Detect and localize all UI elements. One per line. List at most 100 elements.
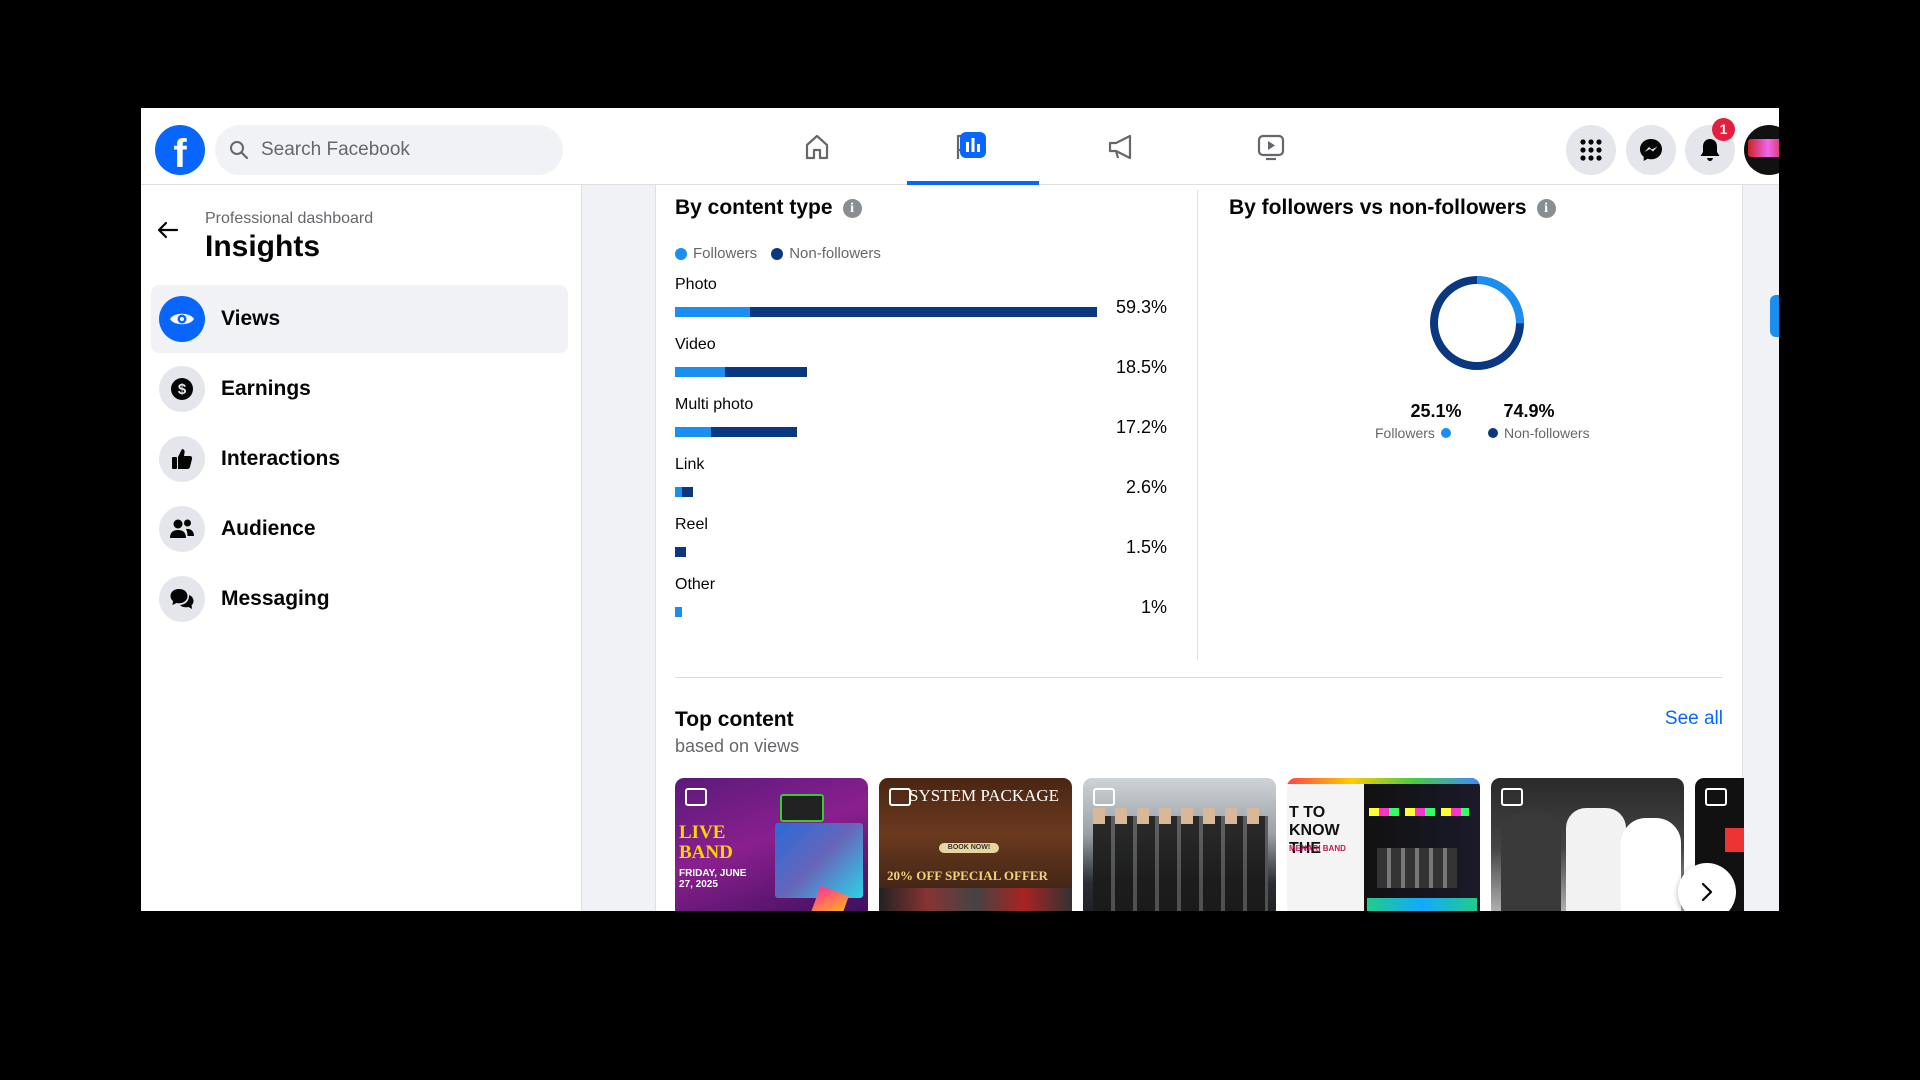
info-icon[interactable]: i (842, 198, 862, 218)
insights-icon (960, 131, 986, 158)
bar-non-followers-segment (682, 487, 694, 497)
thumbnail-subtext: 20% OFF SPECIAL OFFER (887, 868, 1048, 883)
tab-insights[interactable] (907, 108, 1039, 185)
followers-legend-dot (675, 247, 687, 260)
sidebar-item-interactions[interactable]: Interactions (151, 425, 568, 493)
bar-non-followers-segment (749, 307, 1097, 317)
content-type-row: Link 2.6% (675, 456, 1167, 516)
bar-value-label: 17.2% (1115, 417, 1167, 437)
sidebar: Professional dashboard Insights Views $ … (141, 185, 582, 911)
legend-followers: Followers (693, 245, 758, 262)
followers-split-title: By followers vs non-followers i (1229, 196, 1556, 220)
tab-video[interactable] (1205, 108, 1337, 185)
thumbnail-subtext: MENARI BAND (1289, 844, 1346, 853)
bar-followers-segment (675, 307, 750, 317)
top-content-thumbnail[interactable]: SYSTEM PACKAGE BOOK NOW! 20% OFF SPECIAL… (879, 778, 1072, 911)
bar-value-label: 1% (1140, 597, 1167, 617)
page-title: Insights (205, 230, 321, 263)
video-icon (1257, 134, 1285, 160)
bar-value-label: 59.3% (1115, 297, 1167, 317)
photo-icon (685, 788, 707, 806)
content-type-row: Multi photo 17.2% (675, 396, 1167, 456)
bar-value-label: 1.5% (1125, 537, 1167, 557)
bar-followers-segment (675, 367, 725, 377)
search-icon (230, 141, 249, 160)
dollar-icon: $ (159, 366, 205, 412)
photo-icon (1705, 788, 1727, 806)
top-navigation-bar: f 1 (141, 108, 1779, 185)
content-type-title-text: By content type (675, 196, 833, 219)
messenger-icon (1640, 139, 1662, 161)
tab-ads[interactable] (1056, 108, 1188, 185)
tab-home[interactable] (751, 108, 883, 185)
photo-icon (889, 788, 911, 806)
avatar[interactable] (1744, 125, 1779, 175)
info-icon[interactable]: i (1536, 198, 1556, 218)
bar-value-label: 2.6% (1125, 477, 1167, 497)
divider (1197, 190, 1198, 660)
top-content-thumbnail[interactable] (1491, 778, 1684, 911)
content-type-legend: Followers Non-followers (675, 245, 881, 262)
top-content-subtitle: based on views (675, 736, 800, 756)
sidebar-item-label: Earnings (221, 377, 311, 400)
sidebar-item-label: Messaging (221, 587, 330, 610)
top-content-thumbnail[interactable]: LIVE BAND FRIDAY, JUNE 27, 2025 (675, 778, 868, 911)
bar-label: Photo (675, 276, 717, 293)
bar-followers-segment (675, 427, 711, 437)
eye-icon (159, 296, 205, 342)
content-type-row: Photo 59.3% (675, 276, 1167, 336)
see-all-link[interactable]: See all (1665, 708, 1723, 730)
bar-value-label: 18.5% (1115, 357, 1167, 377)
section-divider (675, 677, 1723, 678)
people-icon (159, 506, 205, 552)
chevron-right-icon (1701, 882, 1713, 902)
sidebar-item-messaging[interactable]: Messaging (151, 565, 568, 633)
non-followers-dot (1488, 428, 1498, 438)
messenger-button[interactable] (1626, 125, 1676, 175)
bar-followers-segment (675, 607, 683, 617)
bar-label: Video (675, 336, 716, 353)
browser-viewport: f 1 (141, 108, 1779, 911)
sidebar-item-earnings[interactable]: $ Earnings (151, 355, 568, 423)
sidebar-item-views[interactable]: Views (151, 285, 568, 353)
search-input[interactable] (259, 138, 543, 162)
thumbs-up-icon (159, 436, 205, 482)
photo-icon (1501, 788, 1523, 806)
book-now-badge: BOOK NOW! (939, 843, 999, 853)
followers-legend: Followers (1375, 425, 1457, 441)
bar-non-followers-segment (724, 367, 807, 377)
sidebar-item-audience[interactable]: Audience (151, 495, 568, 563)
non-followers-legend-dot (771, 247, 784, 260)
thumbnail-text: SYSTEM PACKAGE (909, 786, 1060, 805)
bar-label: Reel (675, 516, 708, 533)
megaphone-icon (1108, 134, 1132, 159)
bar-non-followers-segment (710, 427, 798, 437)
search-bar[interactable] (215, 125, 563, 175)
content-type-row: Other 1% (675, 576, 1167, 636)
menu-button[interactable] (1566, 125, 1616, 175)
side-panel-tab[interactable] (1770, 295, 1779, 337)
home-icon (805, 134, 829, 159)
top-content-thumbnail[interactable] (1083, 778, 1276, 911)
breadcrumb: Professional dashboard (205, 210, 374, 227)
followers-label: Followers (1375, 425, 1435, 441)
notification-badge: 1 (1712, 118, 1735, 141)
bar-label: Multi photo (675, 396, 754, 413)
arrow-left-icon (157, 221, 179, 239)
insights-card: By content type i Followers Non-follower… (655, 185, 1744, 911)
legend-non-followers: Non-followers (789, 245, 881, 262)
sidebar-item-label: Interactions (221, 447, 341, 470)
bell-icon (1700, 139, 1720, 161)
photo-icon (1093, 788, 1115, 806)
content-type-row: Video 18.5% (675, 336, 1167, 396)
content-type-title: By content type i (675, 196, 862, 220)
top-content-thumbnail[interactable]: T TO KNOW THE MENARI BAND (1287, 778, 1480, 911)
back-button[interactable] (153, 215, 183, 245)
followers-value: 25.1% (1410, 401, 1462, 421)
svg-text:$: $ (178, 381, 187, 398)
non-followers-value: 74.9% (1503, 401, 1555, 421)
thumbnail-text: LIVE BAND (679, 822, 733, 863)
bar-label: Other (675, 576, 716, 593)
sidebar-item-label: Views (221, 307, 281, 330)
facebook-logo-icon[interactable]: f (155, 125, 205, 175)
